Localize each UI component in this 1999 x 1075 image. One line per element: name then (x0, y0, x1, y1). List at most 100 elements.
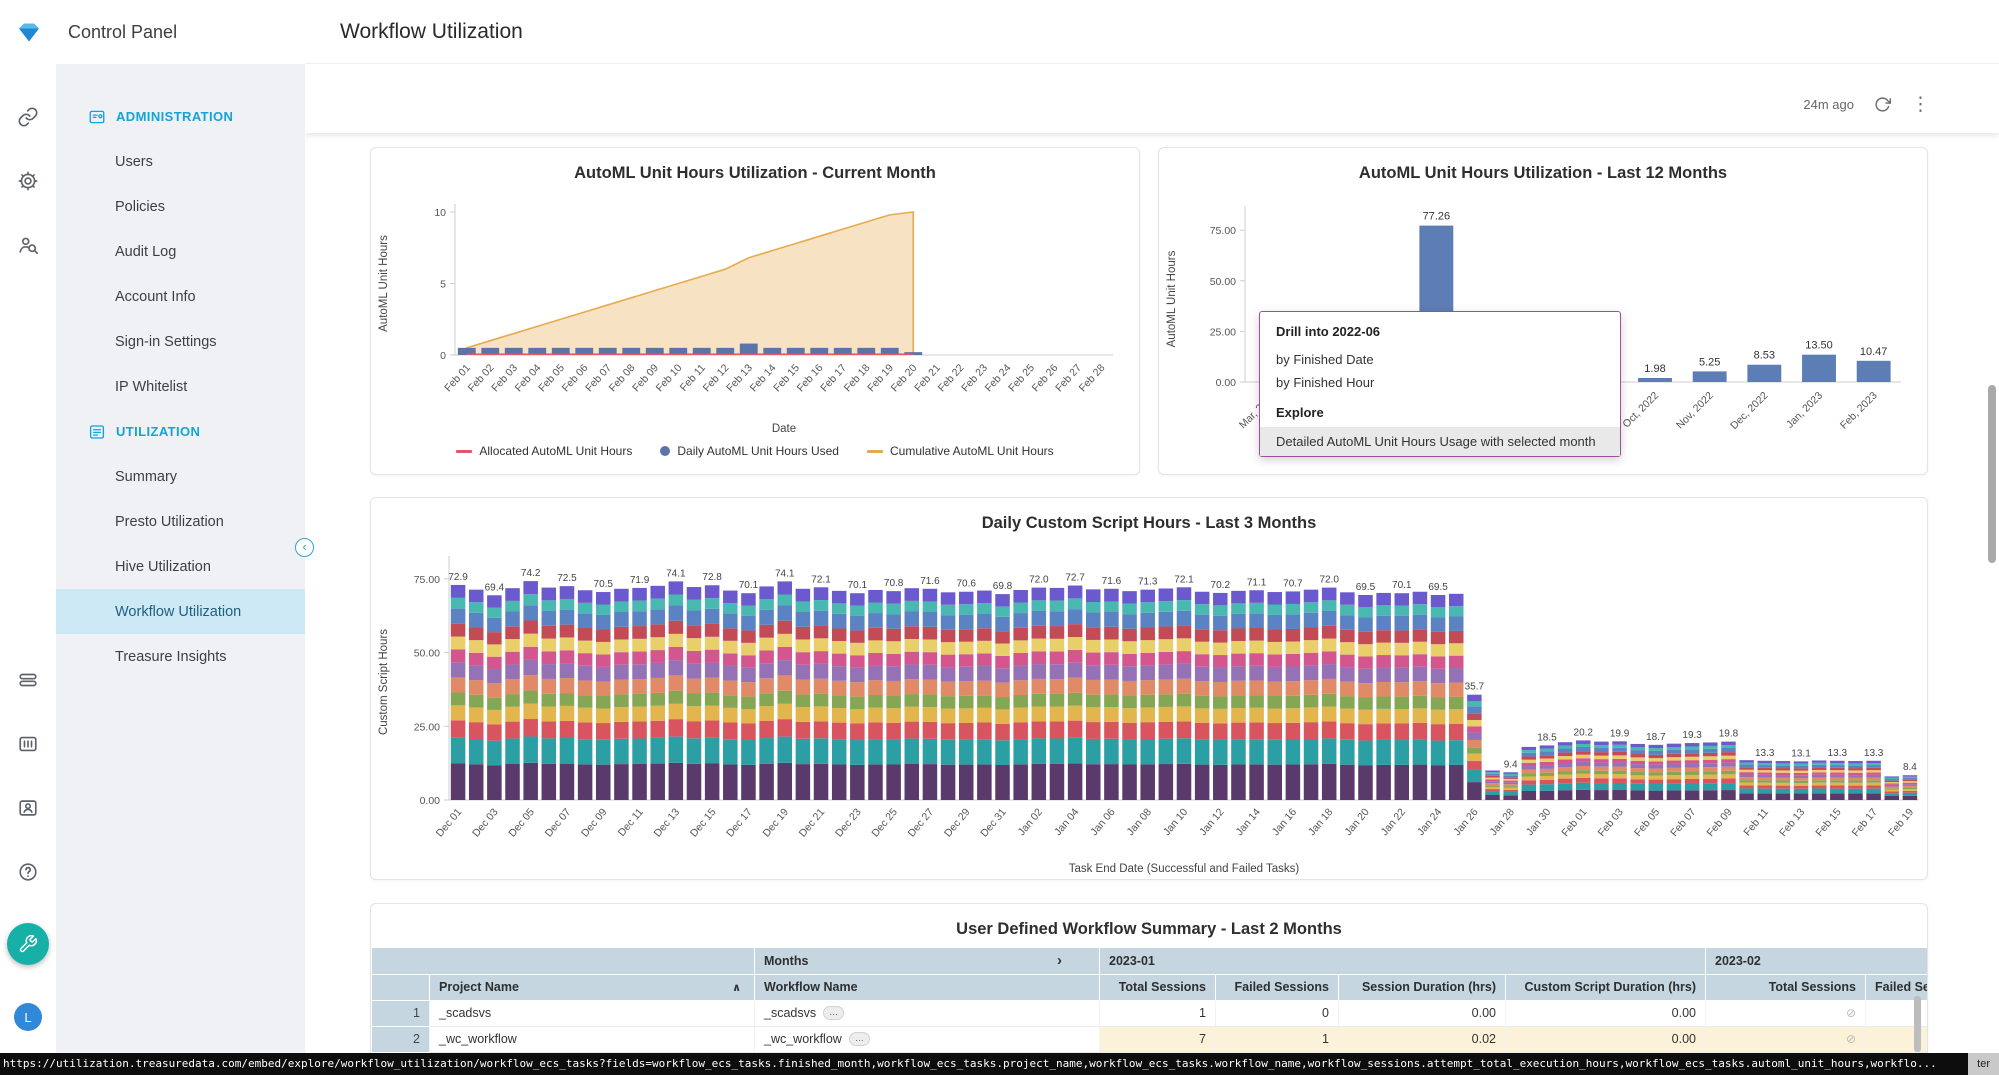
stacked-bar-segment[interactable] (1249, 680, 1264, 695)
stacked-bar-segment[interactable] (1340, 615, 1355, 630)
stacked-bar-segment[interactable] (1159, 639, 1174, 652)
stacked-bar-segment[interactable] (1667, 747, 1682, 750)
stacked-bar-segment[interactable] (1376, 723, 1391, 740)
stacked-bar-segment[interactable] (1649, 751, 1664, 755)
stacked-bar-segment[interactable] (1812, 768, 1827, 770)
stacked-bar-segment[interactable] (614, 680, 629, 695)
stacked-bar-segment[interactable] (759, 721, 774, 738)
stacked-bar-segment[interactable] (1122, 764, 1137, 800)
stacked-bar-segment[interactable] (1376, 682, 1391, 696)
stacked-bar-segment[interactable] (1848, 775, 1863, 778)
stacked-bar-segment[interactable] (523, 675, 538, 690)
stacked-bar-segment[interactable] (1449, 668, 1464, 682)
value-cell[interactable]: ⊘ (1706, 1000, 1866, 1026)
stacked-bar-segment[interactable] (1159, 707, 1174, 722)
stacked-bar-segment[interactable] (1885, 796, 1900, 800)
stacked-bar-segment[interactable] (1159, 679, 1174, 694)
stacked-bar-segment[interactable] (1032, 626, 1047, 639)
stacked-bar-segment[interactable] (1286, 696, 1301, 709)
stacked-bar-segment[interactable] (1159, 764, 1174, 800)
stacked-bar-segment[interactable] (1467, 733, 1482, 740)
stacked-bar-segment[interactable] (1050, 601, 1065, 612)
stacked-bar-segment[interactable] (1703, 779, 1718, 784)
stacked-bar-segment[interactable] (832, 764, 847, 800)
stacked-bar-segment[interactable] (1032, 679, 1047, 694)
stacked-bar-segment[interactable] (995, 724, 1010, 740)
stacked-bar-segment[interactable] (1431, 683, 1446, 697)
stacked-bar-segment[interactable] (1522, 791, 1537, 800)
stacked-bar-segment[interactable] (850, 709, 865, 723)
stacked-bar-segment[interactable] (1739, 770, 1754, 772)
stacked-bar-segment[interactable] (614, 764, 629, 800)
stacked-bar-segment[interactable] (1703, 746, 1718, 749)
value-cell[interactable]: 0 (1216, 1000, 1339, 1026)
stacked-bar-segment[interactable] (1503, 782, 1518, 784)
stacked-bar-segment[interactable] (1866, 785, 1881, 788)
stacked-bar-segment[interactable] (1739, 772, 1754, 774)
stacked-bar-segment[interactable] (1032, 738, 1047, 763)
stacked-bar-segment[interactable] (1576, 755, 1591, 759)
refresh-icon[interactable] (1874, 96, 1891, 113)
stacked-bar-segment[interactable] (542, 611, 557, 626)
stacked-bar-segment[interactable] (1522, 750, 1537, 753)
stacked-bar-segment[interactable] (614, 722, 629, 739)
stacked-bar-segment[interactable] (941, 740, 956, 765)
stacked-bar-segment[interactable] (959, 654, 974, 666)
stacked-bar-segment[interactable] (1685, 790, 1700, 800)
stacked-bar-segment[interactable] (1249, 613, 1264, 628)
stacked-bar-segment[interactable] (796, 764, 811, 800)
stacked-bar-segment[interactable] (1340, 630, 1355, 642)
stacked-bar-segment[interactable] (1050, 738, 1065, 763)
stacked-bar-segment[interactable] (1812, 785, 1827, 788)
stacked-bar-segment[interactable] (814, 638, 829, 651)
stacked-bar-segment[interactable] (650, 678, 665, 693)
stacked-bar-segment[interactable] (741, 723, 756, 740)
stacked-bar-segment[interactable] (1667, 779, 1682, 784)
stacked-bar-segment[interactable] (487, 595, 502, 607)
stacked-bar-segment[interactable] (1013, 640, 1028, 653)
stacked-bar-segment[interactable] (505, 694, 520, 707)
stacked-bar-segment[interactable] (669, 634, 684, 647)
stacked-bar-segment[interactable] (1231, 666, 1246, 681)
stacked-bar-segment[interactable] (723, 695, 738, 708)
stacked-bar-segment[interactable] (1050, 694, 1065, 707)
stacked-bar-segment[interactable] (777, 581, 792, 594)
stacked-bar-segment[interactable] (959, 592, 974, 604)
stacked-bar-segment[interactable] (578, 653, 593, 666)
stacked-bar-segment[interactable] (1540, 776, 1555, 780)
stacked-bar-segment[interactable] (505, 722, 520, 739)
stacked-bar-segment[interactable] (1068, 586, 1083, 599)
stacked-bar-segment[interactable] (1885, 778, 1900, 779)
stacked-bar-segment[interactable] (1703, 749, 1718, 753)
stacked-bar-segment[interactable] (578, 708, 593, 723)
stacked-bar-segment[interactable] (614, 665, 629, 680)
stacked-bar-segment[interactable] (614, 601, 629, 612)
stacked-bar-segment[interactable] (542, 651, 557, 664)
stacked-bar-segment[interactable] (560, 663, 575, 678)
stacked-bar-segment[interactable] (1213, 616, 1228, 630)
stacked-bar-segment[interactable] (796, 639, 811, 652)
stacked-bar-segment[interactable] (1467, 754, 1482, 761)
stacked-bar-segment[interactable] (1086, 665, 1101, 680)
stacked-bar-segment[interactable] (977, 764, 992, 800)
stacked-bar-segment[interactable] (1594, 771, 1609, 775)
stacked-bar-segment[interactable] (1032, 664, 1047, 679)
stacked-bar-segment[interactable] (1903, 777, 1918, 778)
months-group-header[interactable]: Months› (755, 948, 1100, 974)
stacked-bar-segment[interactable] (1376, 643, 1391, 655)
stacked-bar-segment[interactable] (977, 591, 992, 604)
stacked-bar-segment[interactable] (1594, 752, 1609, 756)
stacked-bar-segment[interactable] (1630, 775, 1645, 779)
sidebar-item-treasure-insights[interactable]: Treasure Insights (56, 634, 305, 679)
stacked-bar-segment[interactable] (832, 603, 847, 613)
stacked-bar-segment[interactable] (1177, 706, 1192, 721)
stacked-bar-segment[interactable] (741, 709, 756, 723)
stacked-bar-segment[interactable] (1431, 697, 1446, 709)
stacked-bar-segment[interactable] (1866, 775, 1881, 778)
stacked-bar-segment[interactable] (1213, 709, 1228, 723)
stacked-bar-segment[interactable] (596, 765, 611, 800)
stacked-bar-segment[interactable] (1812, 760, 1827, 762)
stacked-bar-segment[interactable] (741, 630, 756, 642)
stacked-bar-segment[interactable] (1395, 740, 1410, 765)
stacked-bar-segment[interactable] (1086, 764, 1101, 800)
